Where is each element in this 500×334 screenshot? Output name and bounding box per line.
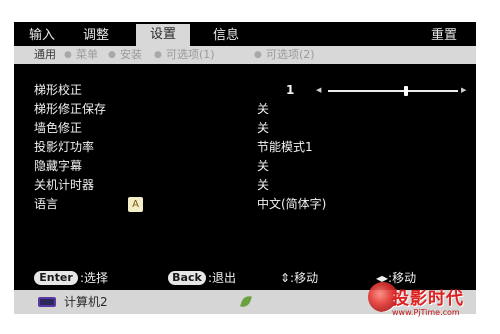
menu-label: 语言 <box>34 197 59 211</box>
hint-exit: :退出 <box>208 271 237 285</box>
sub-tab-bar: 通用 ● 菜单 ● 安装 ● 可选项(1) ● 可选项(2) <box>14 46 476 64</box>
tab-info[interactable]: 信息 <box>206 26 246 46</box>
menu-value: 节能模式1 <box>257 140 313 154</box>
subtab-general[interactable]: 通用 <box>34 47 56 63</box>
menu-value: 关 <box>257 178 270 192</box>
subtab-menu[interactable]: 菜单 <box>76 47 98 63</box>
watermark: 投影时代 www.PjTime.com <box>358 282 500 334</box>
bullet-icon: ● <box>108 50 116 60</box>
menu-label: 墙色修正 <box>34 121 83 135</box>
top-tab-bar: 输入 调整 设置 信息 重置 <box>14 22 476 46</box>
arrow-right-icon[interactable]: ▶ <box>461 82 466 99</box>
menu-label: 投影灯功率 <box>34 140 95 154</box>
menu-value: 关 <box>257 159 270 173</box>
keystone-value: 1 <box>286 83 295 97</box>
menu-label: 梯形校正 <box>34 83 83 97</box>
subtab-options-2[interactable]: 可选项(2) <box>266 47 315 63</box>
bullet-icon: ● <box>254 50 262 60</box>
tab-input[interactable]: 输入 <box>22 26 62 46</box>
menu-row-keystone[interactable]: 梯形校正 1 ◀ ▶ <box>14 82 476 99</box>
menu-row-off-timer[interactable]: 关机计时器 关 <box>14 177 476 194</box>
menu-row-closed-caption[interactable]: 隐藏字幕 关 <box>14 158 476 175</box>
computer-source-icon <box>38 297 56 307</box>
projector-osd-menu: 输入 调整 设置 信息 重置 通用 ● 菜单 ● 安装 ● 可选项(1) ● 可… <box>14 22 476 314</box>
watermark-url: www.PjTime.com <box>392 308 460 317</box>
menu-label: 关机计时器 <box>34 178 95 192</box>
subtab-options-1[interactable]: 可选项(1) <box>166 47 215 63</box>
source-label: 计算机2 <box>64 295 108 309</box>
reset-button[interactable]: 重置 <box>424 26 464 46</box>
back-key-icon: Back <box>168 271 206 285</box>
menu-value: 关 <box>257 102 270 116</box>
tab-settings[interactable]: 设置 <box>136 24 190 46</box>
language-icon: A <box>128 197 143 212</box>
menu-label: 梯形修正保存 <box>34 102 107 116</box>
menu-row-keystone-save[interactable]: 梯形修正保存 关 <box>14 101 476 118</box>
menu-row-lamp-power[interactable]: 投影灯功率 节能模式1 <box>14 139 476 156</box>
menu-row-language[interactable]: 语言 A 中文(简体字) <box>14 196 476 213</box>
bullet-icon: ● <box>64 50 72 60</box>
menu-value: 中文(简体字) <box>257 197 327 211</box>
tab-adjust[interactable]: 调整 <box>76 26 116 46</box>
keystone-slider-track[interactable] <box>328 90 458 92</box>
menu-value: 关 <box>257 121 270 135</box>
hint-select: :选择 <box>80 271 109 285</box>
eco-leaf-icon <box>240 294 252 309</box>
subtab-install[interactable]: 安装 <box>120 47 142 63</box>
menu-row-wall-color[interactable]: 墙色修正 关 <box>14 120 476 137</box>
menu-label: 隐藏字幕 <box>34 159 83 173</box>
watermark-brand: 投影时代 <box>392 289 464 309</box>
bullet-icon: ● <box>154 50 162 60</box>
enter-key-icon: Enter <box>34 271 78 285</box>
hint-move-vertical: ⇕:移动 <box>280 271 319 285</box>
keystone-slider-thumb[interactable] <box>404 86 408 96</box>
arrow-left-icon[interactable]: ◀ <box>316 82 321 99</box>
